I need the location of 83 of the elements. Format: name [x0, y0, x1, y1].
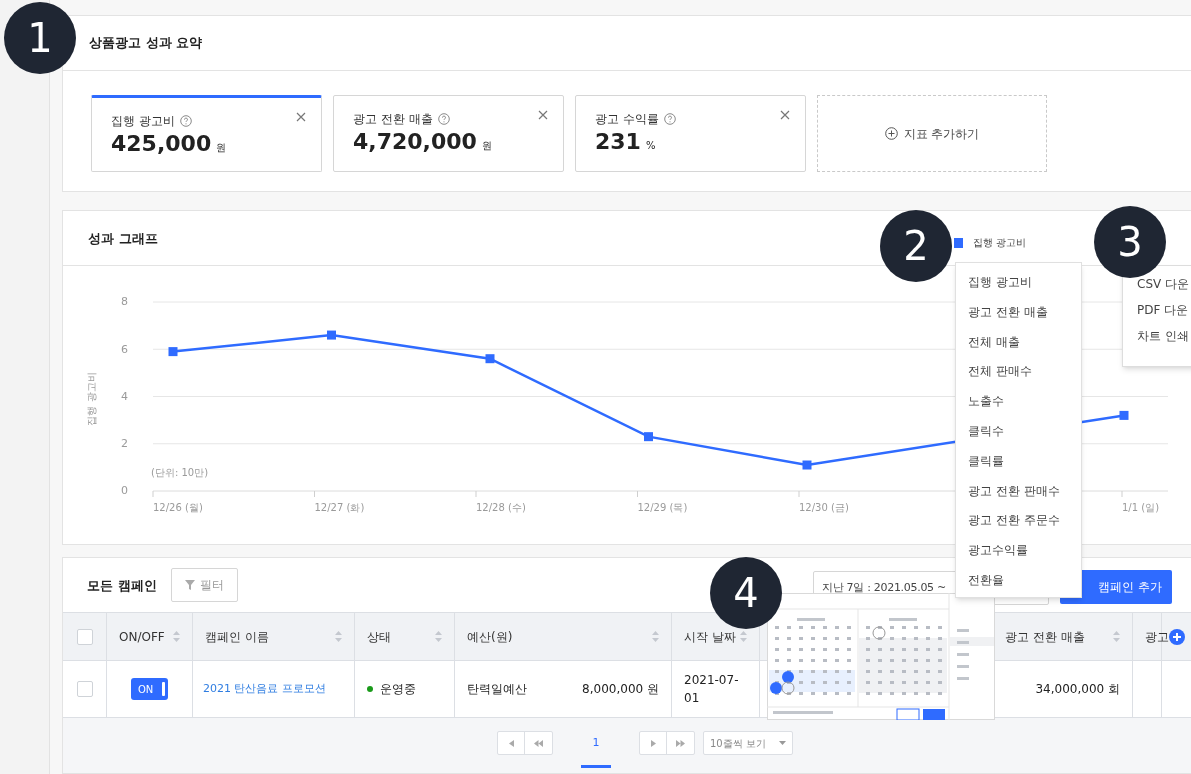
filter-icon — [184, 580, 195, 591]
panel-title: 모든 캠페인 — [87, 576, 157, 595]
checkbox[interactable] — [76, 681, 93, 698]
column-header: 시작 날짜 — [684, 628, 736, 646]
on-off-toggle[interactable]: ON — [131, 678, 168, 701]
sort-icon[interactable] — [652, 631, 659, 643]
menu-item[interactable]: 광고 전환 판매수 — [956, 481, 1081, 512]
y-tick-label: 2 — [121, 438, 128, 450]
panel-title: 상품광고 성과 요약 — [89, 34, 203, 53]
add-column-icon[interactable] — [1168, 628, 1185, 645]
sales-amount: 34,000,000 회 — [1035, 681, 1120, 699]
y-tick-label: 0 — [121, 485, 128, 497]
sort-icon[interactable] — [173, 631, 180, 643]
status-text: 운영중 — [380, 681, 416, 699]
menu-item[interactable]: 클릭수 — [956, 422, 1081, 452]
y-axis-title: 집행 광고비 — [86, 372, 97, 426]
metric-label: 광고 수익률 — [595, 111, 659, 128]
x-tick-label: 12/29 (목) — [637, 503, 688, 514]
x-tick-label: 12/28 (수) — [476, 503, 526, 514]
help-icon[interactable] — [179, 115, 192, 127]
menu-item[interactable]: 노출수 — [956, 392, 1081, 422]
panel-title: 성과 그래프 — [88, 229, 158, 248]
data-point — [168, 347, 178, 357]
metric-card[interactable]: 집행 광고비 425,000 원 — [91, 95, 322, 172]
page-number[interactable]: 1 — [581, 731, 611, 769]
unit-note: (단위: 10만) — [151, 468, 209, 479]
legend-label[interactable]: 집행 광고비 — [973, 235, 1027, 250]
campaign-name-link[interactable]: 2021 탄산음료 프로모션 — [203, 681, 326, 698]
menu-item[interactable]: 광고 전환 매출 — [956, 302, 1081, 333]
column-header: 광고 — [1145, 628, 1169, 646]
caret-icon — [779, 741, 786, 746]
column-header: 캠페인 이름 — [205, 628, 269, 646]
metric-unit: % — [645, 139, 656, 153]
column-header: 상태 — [367, 628, 391, 646]
metric-unit: 원 — [216, 141, 227, 155]
menu-item[interactable]: 차트 인쇄 — [1137, 330, 1189, 342]
metric-unit: 원 — [481, 139, 492, 153]
column-header: ON/OFF — [119, 628, 165, 646]
metric-value: 231 — [595, 131, 641, 153]
x-tick-label: 12/26 (월) — [153, 503, 203, 514]
add-metric-button[interactable]: 지표 추가하기 — [817, 95, 1047, 172]
menu-item[interactable]: 전체 매출 — [956, 332, 1081, 363]
metric-label: 집행 광고비 — [111, 113, 175, 130]
budget-amount: 8,000,000 원 — [582, 681, 659, 699]
data-point — [1119, 411, 1129, 421]
budget-type: 탄력일예산 — [467, 681, 527, 699]
menu-item[interactable]: 광고 전환 주문수 — [956, 511, 1081, 542]
x-tick-label: 12/27 (화) — [314, 503, 365, 514]
sort-icon[interactable] — [335, 631, 342, 643]
sort-icon[interactable] — [740, 631, 747, 643]
menu-item[interactable]: 클릭률 — [956, 451, 1081, 482]
data-point — [644, 432, 653, 442]
close-icon[interactable] — [296, 112, 306, 122]
close-icon[interactable] — [538, 110, 548, 120]
data-point — [802, 460, 812, 470]
sort-icon[interactable] — [435, 631, 442, 643]
help-icon[interactable] — [437, 113, 450, 125]
metric-label: 광고 전환 매출 — [353, 111, 433, 128]
menu-item[interactable]: 전체 판매수 — [956, 362, 1081, 393]
help-icon[interactable] — [663, 113, 676, 125]
sort-icon[interactable] — [1113, 631, 1120, 643]
column-header: 예산(원) — [467, 628, 513, 646]
menu-item[interactable]: CSV 다운 — [1137, 278, 1190, 290]
metric-card[interactable]: 광고 수익률 231 % — [575, 95, 806, 172]
close-icon[interactable] — [780, 110, 790, 120]
start-date: 2021-07-01 — [684, 672, 740, 708]
metric-value: 425,000 — [111, 133, 212, 155]
metric-card[interactable]: 광고 전환 매출 4,720,000 원 — [333, 95, 564, 172]
checkbox[interactable] — [76, 628, 93, 645]
metric-value: 4,720,000 — [353, 131, 477, 153]
y-tick-label: 4 — [121, 390, 128, 402]
menu-item[interactable]: 광고수익률 — [956, 541, 1081, 571]
menu-item[interactable]: 집행 광고비 — [956, 273, 1081, 303]
y-tick-label: 8 — [121, 296, 128, 308]
y-tick-label: 6 — [121, 343, 128, 355]
page-size-select[interactable]: 10줄씩 보기 — [703, 731, 793, 756]
menu-item[interactable]: PDF 다운 — [1137, 304, 1189, 316]
plus-circle-icon — [884, 127, 898, 140]
data-point — [485, 354, 495, 364]
x-tick-label: 12/30 (금) — [799, 503, 849, 514]
column-header: 광고 전환 매출 — [1005, 628, 1085, 646]
x-tick-label: 1/1 (일) — [1122, 503, 1160, 514]
data-point — [327, 330, 336, 340]
